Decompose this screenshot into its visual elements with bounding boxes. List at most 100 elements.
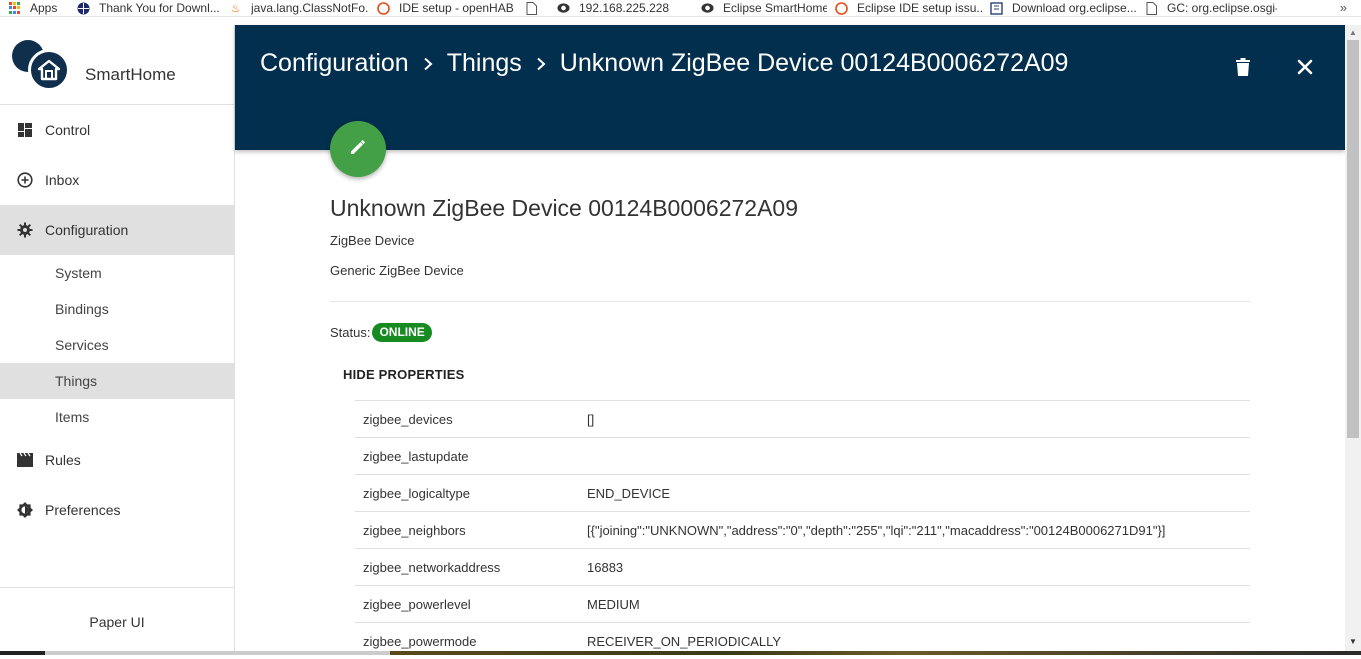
sub-item-services[interactable]: Services [0,327,234,363]
delete-button[interactable] [1231,57,1255,81]
thing-description: Generic ZigBee Device [330,263,464,278]
bookmark-item[interactable] [517,0,549,16]
brightness-icon [17,502,33,518]
divider [330,301,1250,302]
property-value: END_DEVICE [587,485,671,501]
java-icon: ♨ [230,2,241,15]
nav-item-preferences[interactable]: Preferences [0,485,234,535]
table-row: zigbee_neighbors [{"joining":"UNKNOWN","… [355,511,1250,548]
property-value: [] [587,411,595,427]
bookmarks-overflow-button[interactable]: » [1340,0,1347,15]
nav-item-inbox[interactable]: Inbox [0,155,234,205]
table-row: zigbee_networkaddress 16883 [355,548,1250,585]
openhab-icon [835,1,848,15]
property-value: [{"joining":"UNKNOWN","address":"0","dep… [587,522,1166,538]
sub-item-system[interactable]: System [0,255,234,291]
bookmark-item[interactable]: 192.168.225.228 [549,0,693,16]
taskbar-edge [0,651,1361,655]
pencil-icon [349,138,367,161]
bookmark-label: Thank You for Downl... [99,1,220,15]
chevron-right-icon [423,57,433,71]
property-key: zigbee_networkaddress [363,559,501,575]
eye-icon [701,2,714,15]
property-key: zigbee_neighbors [363,522,466,538]
edit-button[interactable] [330,121,386,177]
sidebar-footer: Paper UI [0,587,234,655]
hide-properties-button[interactable]: HIDE PROPERTIES [343,367,464,382]
breadcrumb-item-configuration[interactable]: Configuration [260,49,409,78]
bookmark-item[interactable]: Download org.eclipse... [982,0,1137,16]
scroll-down-icon[interactable]: ▼ [1349,637,1357,646]
property-key: zigbee_powermode [363,633,477,649]
eye-icon [557,2,570,15]
status-row: Status: ONLINE [330,323,432,342]
close-button[interactable] [1293,57,1317,81]
property-key: zigbee_lastupdate [363,448,469,464]
nav-item-control[interactable]: Control [0,105,234,155]
bookmark-item[interactable]: IDE setup - openHAB [369,0,517,16]
bookmark-label: Apps [30,1,58,15]
scrollbar-thumb[interactable] [1347,40,1359,438]
brand-logo[interactable]: SmartHome [0,25,234,105]
sub-item-bindings[interactable]: Bindings [0,291,234,327]
property-key: zigbee_logicaltype [363,485,470,501]
breadcrumb-item-current: Unknown ZigBee Device 00124B0006272A09 [559,49,1069,77]
sidebar: SmartHome Control Inbox Configuration Sy… [0,25,235,655]
bookmarks-bar: Apps Thank You for Downl... ♨ java.lang.… [0,0,1361,17]
scroll-up-icon[interactable]: ▲ [1349,28,1357,37]
nav-item-rules[interactable]: Rules [0,435,234,485]
dashboard-icon [17,122,33,138]
property-key: zigbee_powerlevel [363,596,471,612]
sub-item-items[interactable]: Items [0,399,234,435]
property-value: 16883 [587,559,624,575]
page-header: Configuration Things Unknown ZigBee Devi… [235,25,1345,150]
openhab-icon [377,1,390,15]
table-row: zigbee_lastupdate [355,437,1250,474]
clapper-icon [17,452,33,468]
bookmark-item[interactable]: Eclipse SmartHome - [693,0,827,16]
bookmark-label: Eclipse SmartHome - [723,1,827,15]
property-key: zigbee_devices [363,411,453,427]
brand-name: SmartHome [85,65,176,84]
close-icon [1297,59,1313,80]
nav-item-configuration[interactable]: Configuration [0,205,234,255]
bookmark-item[interactable]: GC: org.eclipse.osgi-3... [1137,0,1277,16]
gear-icon [17,222,33,238]
home-icon [28,49,70,91]
table-row: zigbee_devices [] [355,400,1250,437]
properties-table: zigbee_devices [] zigbee_lastupdate zigb… [355,400,1250,659]
status-label: Status: [330,325,371,340]
book-icon [990,1,1003,15]
table-row: zigbee_logicaltype END_DEVICE [355,474,1250,511]
sub-item-things[interactable]: Things [0,363,234,399]
page-icon [525,1,538,15]
nav-item-label: Control [45,122,91,138]
nav-item-label: Inbox [45,172,80,188]
globe-icon [77,2,90,15]
nav-item-label: Preferences [45,502,121,518]
status-badge: ONLINE [372,323,432,342]
apps-grid-icon [8,2,21,15]
table-row: zigbee_powerlevel MEDIUM [355,585,1250,622]
thing-type: ZigBee Device [330,233,415,248]
thing-title: Unknown ZigBee Device 00124B0006272A09 [330,195,798,221]
bookmark-label: java.lang.ClassNotFo... [251,1,369,15]
bookmark-item[interactable]: ♨ java.lang.ClassNotFo... [221,0,369,16]
bookmark-label: Eclipse IDE setup issu... [857,1,982,15]
bookmark-apps[interactable]: Apps [0,0,69,16]
nav-item-label: Rules [45,452,81,468]
bookmark-label: Download org.eclipse... [1012,1,1137,15]
chevron-right-icon [536,57,546,71]
property-value: MEDIUM [587,596,640,612]
bookmark-item[interactable]: Eclipse IDE setup issu... [827,0,982,16]
property-value: RECEIVER_ON_PERIODICALLY [587,633,782,649]
breadcrumb: Configuration Things Unknown ZigBee Devi… [260,49,1068,78]
breadcrumb-item-things[interactable]: Things [447,49,522,78]
nav-item-label: Configuration [45,222,129,238]
add-circle-icon [17,172,33,188]
bookmark-label: IDE setup - openHAB [399,1,514,15]
bookmark-label: GC: org.eclipse.osgi-3... [1167,1,1277,15]
trash-icon [1236,57,1250,81]
bookmark-item[interactable]: Thank You for Downl... [69,0,221,16]
page-icon [1145,1,1158,15]
